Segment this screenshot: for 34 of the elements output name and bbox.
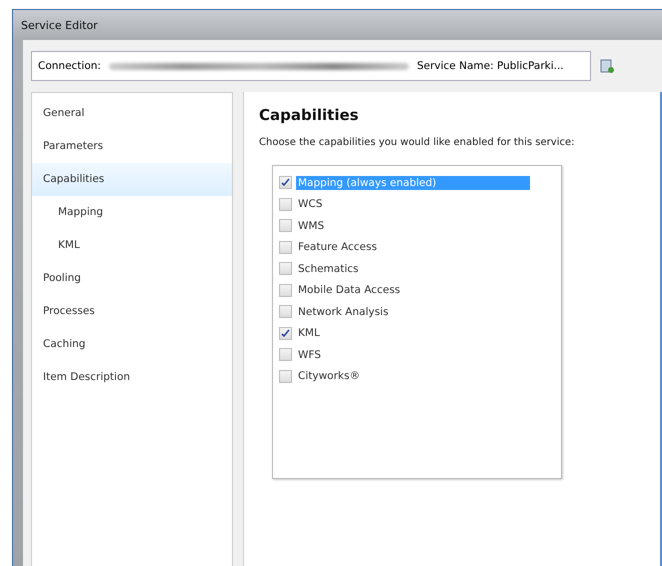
capability-label[interactable]: WFS bbox=[296, 348, 323, 362]
connection-label: Connection: bbox=[38, 60, 101, 72]
checkbox[interactable] bbox=[279, 219, 292, 232]
sidebar-subitem[interactable]: KML bbox=[32, 229, 232, 262]
checkbox[interactable] bbox=[279, 198, 292, 211]
service-name: Service Name: PublicParki... bbox=[416, 60, 564, 72]
window-title: Service Editor bbox=[21, 18, 98, 32]
checkbox[interactable] bbox=[279, 262, 292, 276]
capability-label[interactable]: Mobile Data Access bbox=[296, 283, 402, 298]
capability-label[interactable]: KML bbox=[296, 326, 322, 340]
checkbox[interactable] bbox=[279, 370, 292, 383]
sidebar-item[interactable]: Pooling bbox=[32, 262, 232, 295]
capability-label[interactable]: Feature Access bbox=[296, 240, 379, 254]
capability-label[interactable]: Cityworks® bbox=[296, 369, 362, 384]
sidebar-subitem[interactable]: Mapping bbox=[32, 196, 232, 229]
sidebar-item[interactable]: Processes bbox=[32, 295, 232, 328]
checkbox[interactable] bbox=[279, 240, 292, 254]
checkbox[interactable] bbox=[279, 326, 292, 340]
server-icon[interactable] bbox=[599, 58, 615, 74]
capability-label[interactable]: WCS bbox=[296, 197, 324, 212]
section-heading: Capabilities bbox=[259, 106, 360, 124]
checkbox[interactable] bbox=[279, 176, 292, 190]
checkbox[interactable] bbox=[279, 284, 292, 297]
checkbox[interactable] bbox=[279, 348, 292, 362]
capability-label[interactable]: Schematics bbox=[296, 262, 360, 276]
sidebar-item[interactable]: Parameters bbox=[32, 130, 232, 163]
sidebar-item[interactable]: Caching bbox=[32, 328, 232, 361]
sidebar-item[interactable]: Item Description bbox=[32, 361, 232, 394]
checkbox[interactable] bbox=[279, 305, 292, 318]
capability-label[interactable]: WMS bbox=[296, 218, 326, 233]
sidebar-item[interactable]: Capabilities bbox=[32, 163, 232, 196]
capability-label[interactable]: Network Analysis bbox=[296, 304, 390, 319]
instruction-text: Choose the capabilities you would like enabled for this service: bbox=[259, 137, 576, 148]
sidebar-item[interactable]: General bbox=[32, 97, 232, 130]
